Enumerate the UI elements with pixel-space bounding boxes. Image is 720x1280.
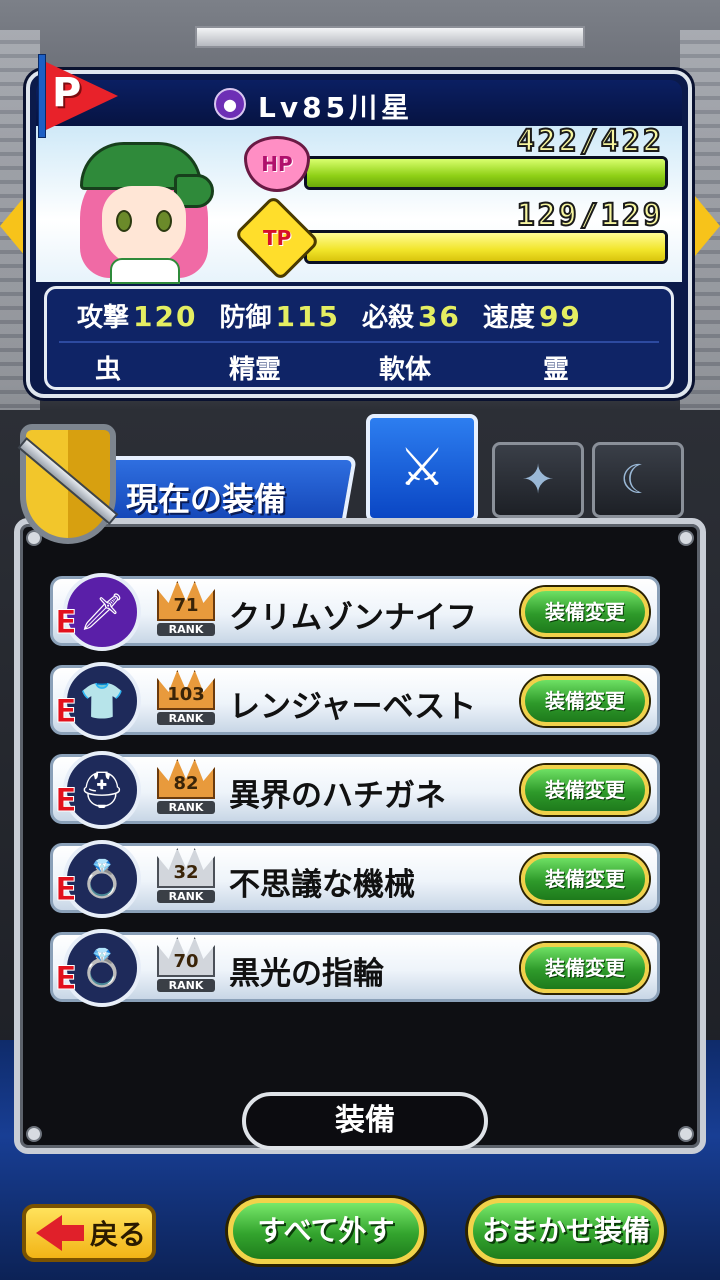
equipment-row: 💍 E 32 RANK 不思議な機械 装備変更 xyxy=(50,840,660,918)
rank-label: RANK xyxy=(157,979,215,992)
stats-box: 攻撃 120 防御 115 必殺 36 速度 99 虫 精霊 軟体 霊 xyxy=(44,286,674,390)
item-name: 不思議な機械 xyxy=(229,867,415,903)
stat-pair: 攻撃 120 xyxy=(77,297,197,334)
attribute-label: 虫 xyxy=(95,355,122,385)
hp-bar xyxy=(304,156,668,190)
change-equipment-button[interactable]: 装備変更 xyxy=(521,587,649,637)
equip-footer-label: 装備 xyxy=(242,1092,488,1150)
stat-label: 必殺 xyxy=(361,302,414,333)
change-equipment-button[interactable]: 装備変更 xyxy=(521,943,649,993)
rank-crown-icon: 32 RANK xyxy=(157,848,215,912)
stat-label: 防御 xyxy=(219,302,272,333)
stats-row: 攻撃 120 防御 115 必殺 36 速度 99 xyxy=(47,289,671,341)
tp-star-icon: TP xyxy=(233,194,321,282)
hp-value: 422/422 xyxy=(516,123,664,160)
back-label: 戻る xyxy=(90,1218,147,1251)
tp-value: 129/129 xyxy=(516,197,664,234)
equip-tabs: ⚔ ✦ ☾ xyxy=(362,412,692,522)
attribute-label: 精霊 xyxy=(229,355,282,385)
stat-value: 36 xyxy=(417,299,461,333)
hp-row: HP 422/422 xyxy=(244,123,668,198)
rank-number: 82 xyxy=(173,773,199,794)
change-equipment-button[interactable]: 装備変更 xyxy=(521,765,649,815)
rank-number: 71 xyxy=(173,595,199,616)
rank-label: RANK xyxy=(157,890,215,903)
equipment-row: 👕 E 103 RANK レンジャーベスト 装備変更 xyxy=(50,662,660,740)
rank-label: RANK xyxy=(157,712,215,725)
character-header: ● Lv85川星 xyxy=(36,80,682,126)
rivet xyxy=(678,530,694,546)
rank-label: RANK xyxy=(157,801,215,814)
stat-label: 攻撃 xyxy=(77,302,130,333)
level-label: Lv85 xyxy=(258,91,350,124)
hp-heart-icon: HP xyxy=(244,136,310,192)
attribute-row: 虫 精霊 軟体 霊 xyxy=(47,345,671,389)
flag-letter: P xyxy=(52,70,82,116)
change-equipment-button[interactable]: 装備変更 xyxy=(521,676,649,726)
grade-label: E xyxy=(55,692,78,731)
tp-label: TP xyxy=(262,226,292,250)
grade-label: E xyxy=(55,781,78,820)
item-name: 黒光の指輪 xyxy=(229,956,384,992)
p-flag-icon: P xyxy=(8,48,118,138)
rank-number: 103 xyxy=(167,684,205,705)
left-arrow-tail xyxy=(62,1225,84,1241)
character-level-name: Lv85川星 xyxy=(258,86,413,126)
avatar-face xyxy=(102,186,186,266)
equipment-list-panel: 🗡 E 71 RANK クリムゾンナイフ 装備変更 👕 E 103 RANK レンジャーベスト 装備変… xyxy=(14,518,706,1154)
item-name: 異界のハチガネ xyxy=(229,778,446,814)
tp-bar-fill xyxy=(307,233,665,261)
grade-label: E xyxy=(55,959,78,998)
ceiling-light xyxy=(195,26,585,48)
rank-number: 70 xyxy=(173,951,199,972)
stat-pair: 速度 99 xyxy=(483,297,582,334)
hp-label: HP xyxy=(261,152,293,176)
grade-label: E xyxy=(55,603,78,642)
attribute-label: 軟体 xyxy=(379,355,432,385)
stat-label: 速度 xyxy=(482,302,535,333)
rank-crown-icon: 71 RANK xyxy=(157,581,215,645)
avatar-eye-right xyxy=(156,210,172,232)
flag-pole xyxy=(38,54,46,138)
equipment-row: 🗡 E 71 RANK クリムゾンナイフ 装備変更 xyxy=(50,573,660,651)
attribute-label: 霊 xyxy=(543,355,570,385)
rivet xyxy=(26,1126,42,1142)
item-name: クリムゾンナイフ xyxy=(229,600,477,636)
stat-value: 99 xyxy=(538,299,582,333)
left-arrow-icon xyxy=(36,1215,62,1251)
tab-weapon-armor-icon[interactable]: ⚔ xyxy=(366,414,478,522)
shield-sword-icon xyxy=(4,416,128,552)
tp-row: TP 129/129 xyxy=(233,194,668,282)
item-name: レンジャーベスト xyxy=(229,689,477,725)
rank-crown-icon: 70 RANK xyxy=(157,937,215,1001)
hp-bar-fill xyxy=(307,159,665,187)
equipment-row: ⛑ E 82 RANK 異界のハチガネ 装備変更 xyxy=(50,751,660,829)
rank-crown-icon: 103 RANK xyxy=(157,670,215,734)
tp-bar xyxy=(304,230,668,264)
stats-divider xyxy=(59,341,659,343)
rank-number: 32 xyxy=(173,862,199,883)
avatar-eye-left xyxy=(116,210,132,232)
tab-cape-icon[interactable]: ☾ xyxy=(592,442,684,518)
tab-sparkle-icon[interactable]: ✦ xyxy=(492,442,584,518)
character-name: 川星 xyxy=(349,91,414,124)
rank-label: RANK xyxy=(157,623,215,636)
rivet xyxy=(678,1126,694,1142)
avatar-shirt xyxy=(110,258,180,284)
auto-equip-button[interactable]: おまかせ装備 xyxy=(468,1198,664,1264)
stat-value: 120 xyxy=(133,299,198,333)
equipment-row: 💍 E 70 RANK 黒光の指輪 装備変更 xyxy=(50,929,660,1007)
stat-value: 115 xyxy=(275,299,340,333)
stat-pair: 必殺 36 xyxy=(362,297,461,334)
footprint-icon: ● xyxy=(214,88,246,120)
character-avatar xyxy=(74,134,214,284)
stat-pair: 防御 115 xyxy=(219,297,339,334)
grade-label: E xyxy=(55,870,78,909)
unequip-all-button[interactable]: すべて外す xyxy=(228,1198,424,1264)
equip-section-title: 現在の装備 xyxy=(126,480,287,518)
back-button[interactable]: 戻る xyxy=(22,1204,156,1262)
change-equipment-button[interactable]: 装備変更 xyxy=(521,854,649,904)
rank-crown-icon: 82 RANK xyxy=(157,759,215,823)
